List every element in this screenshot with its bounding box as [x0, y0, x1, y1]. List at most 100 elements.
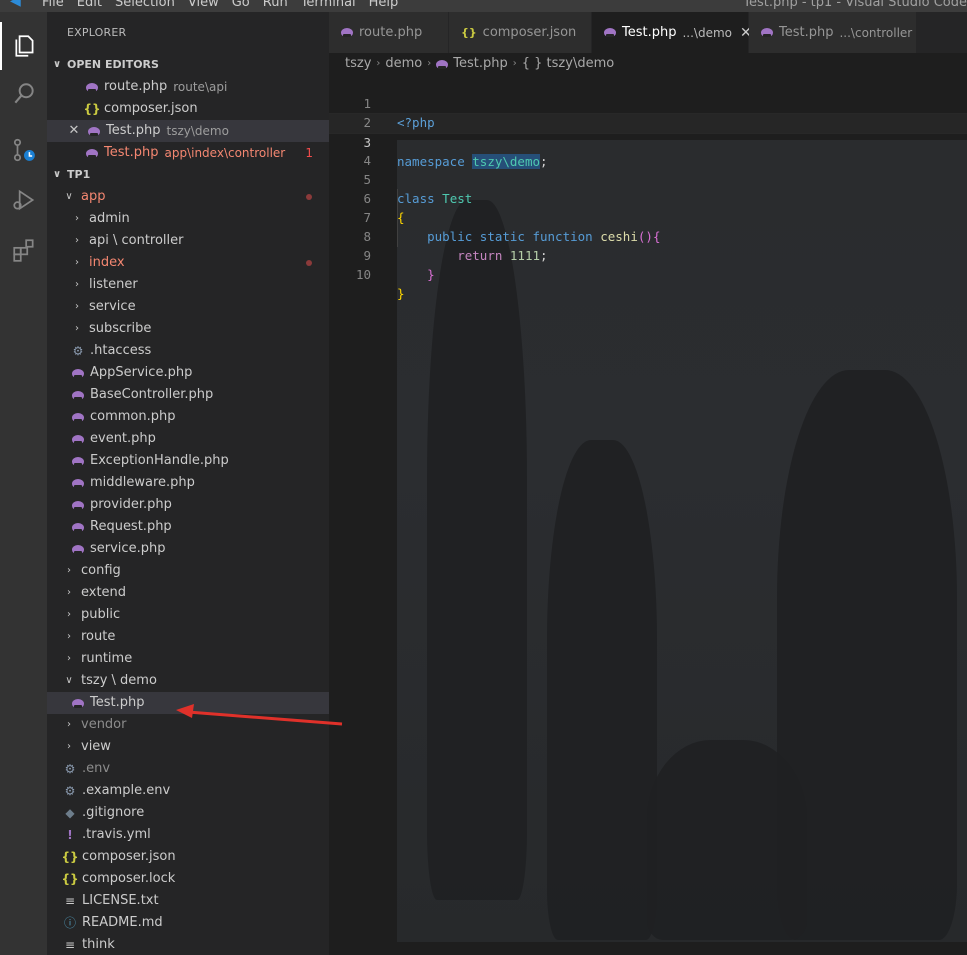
tree-folder[interactable]: › extend — [47, 582, 329, 604]
tree-folder[interactable]: › subscribe — [47, 318, 329, 340]
tree-folder[interactable]: ∨ tszy \ demo — [47, 670, 329, 692]
tree-file[interactable]: provider.php — [47, 494, 329, 516]
tree-file[interactable]: {} composer.lock — [47, 868, 329, 890]
tree-folder[interactable]: › view — [47, 736, 329, 758]
menu-file[interactable]: File — [42, 0, 64, 10]
breadcrumb-item[interactable]: { } tszy\demo — [522, 53, 614, 75]
chevron-right-icon: › — [75, 213, 79, 224]
open-editor-item[interactable]: Test.php app\index\controller 1 — [47, 142, 329, 164]
tree-folder[interactable]: › runtime — [47, 648, 329, 670]
tree-folder-app[interactable]: ∨ app — [47, 186, 329, 208]
tree-file[interactable]: middleware.php — [47, 472, 329, 494]
code-editor[interactable]: 1 <?php 2 3 namespace tszy\demo; 4 5 cla… — [329, 75, 967, 955]
tree-folder[interactable]: › config — [47, 560, 329, 582]
tree-folder[interactable]: › public — [47, 604, 329, 626]
menu-go[interactable]: Go — [232, 0, 250, 10]
menu-terminal[interactable]: Terminal — [301, 0, 356, 10]
chevron-right-icon: › — [75, 301, 79, 312]
tree-label: runtime — [81, 651, 133, 666]
tab-label: composer.json — [482, 25, 577, 40]
open-editor-path: app\index\controller — [164, 146, 286, 160]
tree-label: event.php — [90, 431, 156, 446]
search-activity-button[interactable] — [0, 70, 47, 118]
yaml-icon: ! — [67, 828, 73, 842]
code-line: 2 — [363, 115, 371, 130]
tree-file[interactable]: Request.php — [47, 516, 329, 538]
tree-label: app — [81, 189, 106, 204]
chevron-right-icon: › — [67, 719, 71, 730]
php-file-icon — [87, 126, 101, 136]
chevron-right-icon: › — [75, 235, 79, 246]
tree-label: service — [89, 299, 136, 314]
tree-file[interactable]: BaseController.php — [47, 384, 329, 406]
tree-folder[interactable]: › api \ controller — [47, 230, 329, 252]
tab-route-php[interactable]: route.php — [329, 12, 449, 53]
menu-selection[interactable]: Selection — [115, 0, 175, 10]
source-control-activity-button[interactable] — [0, 126, 47, 174]
tree-label: api \ controller — [89, 233, 184, 248]
project-title: TP1 — [67, 168, 91, 181]
tree-file[interactable]: ◆ .gitignore — [47, 802, 329, 824]
chevron-right-icon: › — [67, 565, 71, 576]
extensions-activity-button[interactable] — [0, 226, 47, 274]
json-file-icon: {} — [461, 26, 477, 39]
open-editor-item[interactable]: route.php route\api — [47, 76, 329, 98]
git-icon: ◆ — [65, 806, 75, 820]
tree-folder[interactable]: › index — [47, 252, 329, 274]
tree-file[interactable]: ≡ think — [47, 934, 329, 955]
tree-file[interactable]: common.php — [47, 406, 329, 428]
breadcrumb-item[interactable]: tszy — [345, 53, 371, 75]
breadcrumb-item[interactable]: Test.php — [453, 53, 507, 75]
tree-file[interactable]: ! .travis.yml — [47, 824, 329, 846]
code-line: 10 } — [355, 267, 405, 301]
open-editors-header[interactable]: ∨ OPEN EDITORS — [47, 54, 329, 76]
tree-folder[interactable]: › admin — [47, 208, 329, 230]
tree-file[interactable]: event.php — [47, 428, 329, 450]
tree-file[interactable]: ⓘ README.md — [47, 912, 329, 934]
close-icon[interactable]: ✕ — [67, 120, 81, 142]
open-editor-item[interactable]: {} composer.json — [47, 98, 329, 120]
chevron-right-icon: › — [67, 587, 71, 598]
tab-test-php-controller[interactable]: Test.php ...\controller — [749, 12, 917, 53]
tree-file[interactable]: service.php — [47, 538, 329, 560]
editor-tabs: route.php {} composer.json Test.php ...\… — [329, 12, 967, 53]
open-editor-item[interactable]: ✕ Test.php tszy\demo — [47, 120, 329, 142]
menu-help[interactable]: Help — [369, 0, 399, 10]
tree-label: config — [81, 563, 121, 578]
menu-view[interactable]: View — [188, 0, 219, 10]
tree-folder[interactable]: › listener — [47, 274, 329, 296]
tree-label: AppService.php — [90, 365, 193, 380]
tree-file[interactable]: ≡ LICENSE.txt — [47, 890, 329, 912]
php-file-icon — [71, 478, 85, 488]
open-editor-label: Test.php — [106, 123, 161, 138]
vscode-logo-icon: ◀ — [10, 0, 21, 9]
explorer-activity-button[interactable] — [0, 22, 47, 70]
tree-folder[interactable]: › service — [47, 296, 329, 318]
tree-folder[interactable]: › route — [47, 626, 329, 648]
tree-file[interactable]: {} composer.json — [47, 846, 329, 868]
php-file-icon — [85, 148, 99, 158]
run-debug-activity-button[interactable] — [0, 176, 47, 224]
tab-label: route.php — [359, 25, 423, 40]
chevron-down-icon: ∨ — [52, 59, 62, 70]
tree-file[interactable]: ⚙ .htaccess — [47, 340, 329, 362]
tree-label: .gitignore — [82, 805, 145, 820]
menu-edit[interactable]: Edit — [77, 0, 102, 10]
tree-file[interactable]: ⚙ .env — [47, 758, 329, 780]
project-header[interactable]: ∨ TP1 — [47, 164, 329, 186]
problem-count-badge: 1 — [305, 146, 313, 160]
php-file-icon — [71, 412, 85, 422]
php-file-icon — [71, 544, 85, 554]
search-icon — [14, 83, 34, 104]
title-bar: ◀ File Edit Selection View Go Run Termin… — [0, 0, 967, 12]
menu-run[interactable]: Run — [263, 0, 288, 10]
chevron-right-icon: › — [67, 609, 71, 620]
tab-composer-json[interactable]: {} composer.json — [449, 12, 592, 53]
tab-test-php-demo[interactable]: Test.php ...\demo ✕ — [592, 12, 752, 53]
code-line: 8 return 1111; — [363, 229, 548, 263]
code-line-current: 3 namespace tszy\demo; — [329, 113, 967, 169]
tree-file[interactable]: AppService.php — [47, 362, 329, 384]
breadcrumb-item[interactable]: demo — [385, 53, 422, 75]
tree-file[interactable]: ⚙ .example.env — [47, 780, 329, 802]
tree-file[interactable]: ExceptionHandle.php — [47, 450, 329, 472]
